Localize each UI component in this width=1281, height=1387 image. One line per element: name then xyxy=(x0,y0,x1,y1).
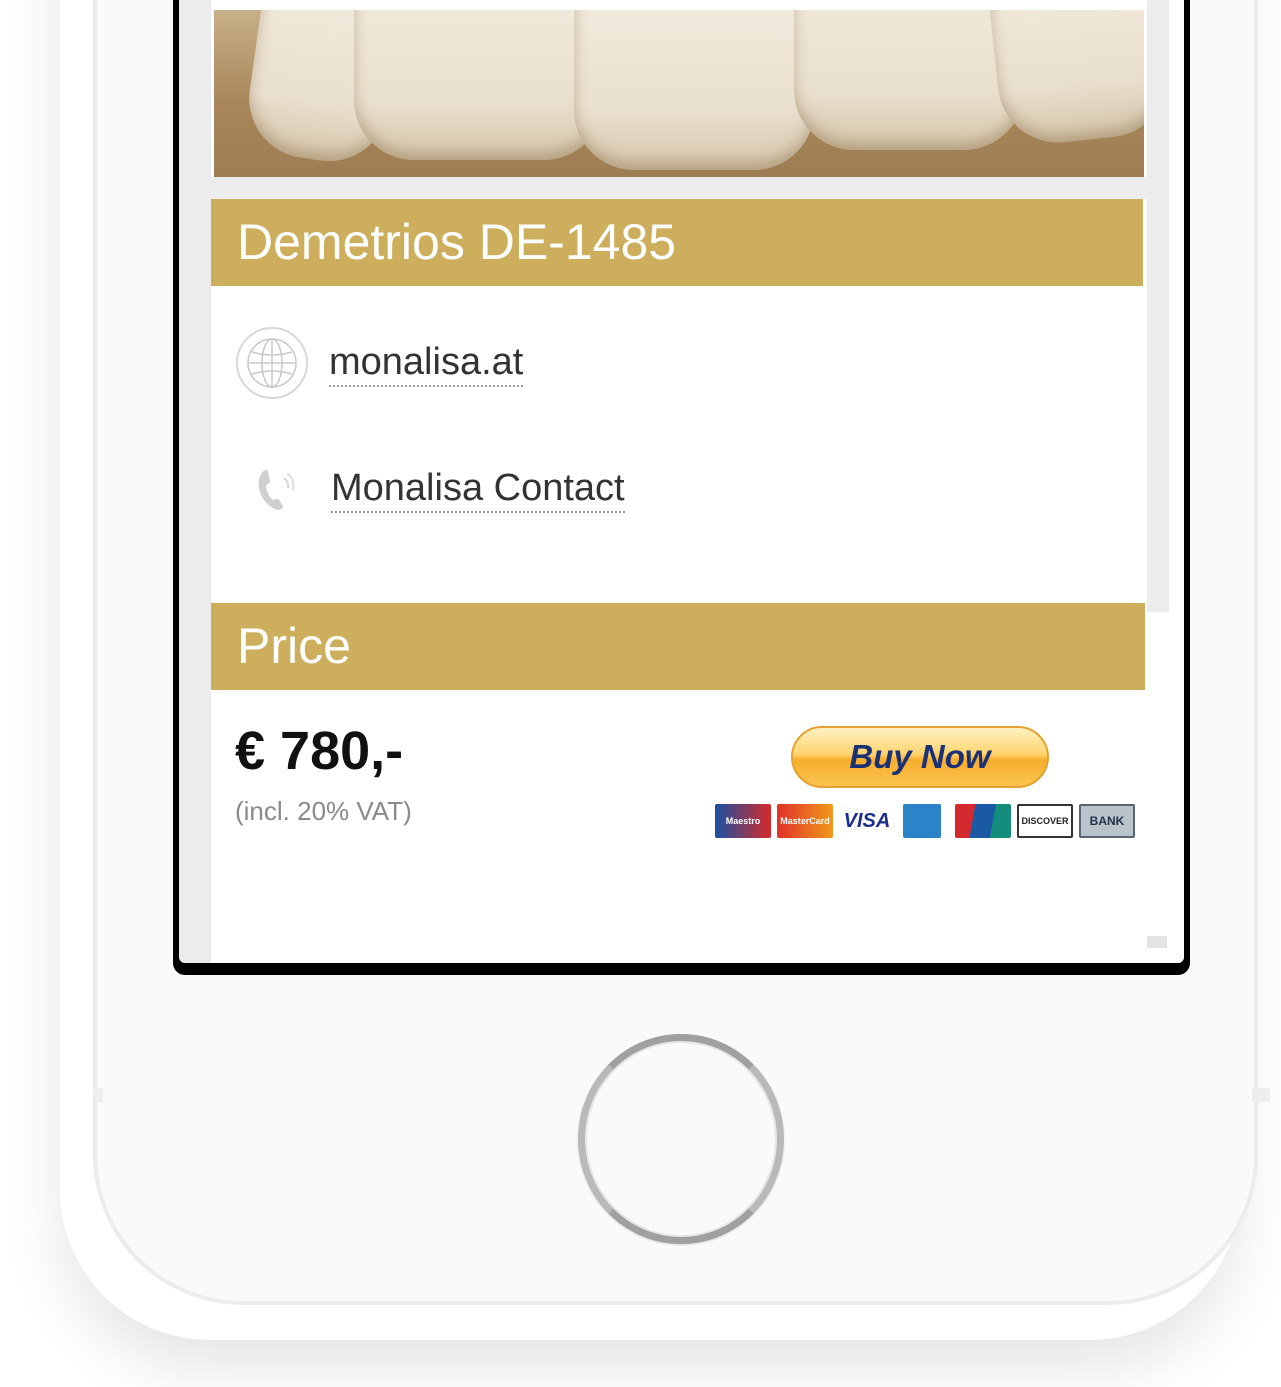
payment-methods: Maestro MasterCard VISA DISCOVER BANK xyxy=(715,804,1135,838)
vat-note: (incl. 20% VAT) xyxy=(235,796,412,826)
phone-side-band-right xyxy=(1252,1088,1270,1102)
phone-side-band-left xyxy=(93,1088,103,1102)
contact-row: Monalisa Contact xyxy=(211,464,625,514)
dress-fabric xyxy=(574,10,814,170)
product-title: Demetrios DE-1485 xyxy=(211,199,1143,286)
maestro-card-icon: Maestro xyxy=(715,804,771,838)
discover-card-icon: DISCOVER xyxy=(1017,804,1073,838)
visa-card-icon: VISA xyxy=(839,804,895,838)
website-row: monalisa.at xyxy=(211,326,524,400)
right-gutter xyxy=(1147,0,1184,963)
home-button[interactable] xyxy=(578,1034,784,1244)
price-amount: € 780,- xyxy=(235,721,404,781)
dress-fabric xyxy=(794,10,1024,150)
phone-icon xyxy=(258,469,295,510)
website-link[interactable]: monalisa.at xyxy=(329,339,524,387)
contact-link[interactable]: Monalisa Contact xyxy=(331,465,625,513)
mastercard-card-icon: MasterCard xyxy=(777,804,833,838)
amex-card-icon xyxy=(903,804,941,838)
product-image[interactable] xyxy=(214,10,1144,177)
globe-icon xyxy=(236,327,308,399)
dress-fabric xyxy=(354,10,604,160)
corner-mark xyxy=(1147,936,1167,948)
web-page[interactable]: Demetrios DE-1485 monalisa.at Monalisa C… xyxy=(179,0,1184,963)
price-heading: Price xyxy=(211,603,1145,690)
scrollbar-track[interactable] xyxy=(1147,0,1169,612)
device-mockup: Demetrios DE-1485 monalisa.at Monalisa C… xyxy=(0,0,1281,1387)
buy-now-button[interactable]: Buy Now xyxy=(791,726,1049,788)
phone-screen: Demetrios DE-1485 monalisa.at Monalisa C… xyxy=(173,0,1190,975)
image-gap xyxy=(211,177,1147,199)
bank-card-icon: BANK xyxy=(1079,804,1135,838)
unionpay-card-icon xyxy=(955,804,1011,838)
